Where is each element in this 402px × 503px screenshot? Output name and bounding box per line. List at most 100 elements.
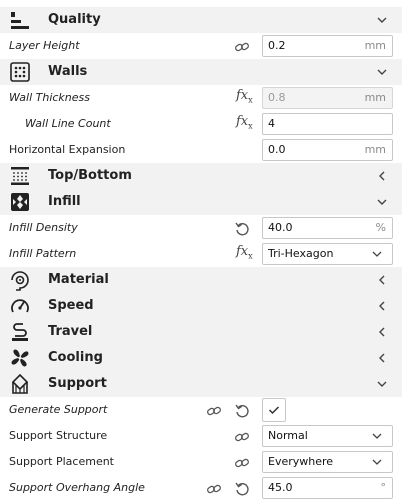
- wall-thickness-input[interactable]: 0.8 mm: [262, 87, 393, 109]
- field-value: 0.0: [268, 143, 286, 156]
- reset-icon[interactable]: [234, 403, 250, 419]
- category-title: Travel: [48, 324, 93, 339]
- top-bottom-icon: [11, 167, 29, 185]
- category-title: Speed: [48, 298, 94, 313]
- setting-label: Wall Line Count: [25, 117, 111, 130]
- link-icon[interactable]: [206, 403, 222, 419]
- setting-wall-thickness: Wall Thickness fxx 0.8 mm: [0, 85, 402, 111]
- travel-icon: [12, 323, 28, 341]
- quality-icon: [11, 12, 29, 29]
- setting-support-overhang-angle: Support Overhang Angle 45.0 °: [0, 475, 402, 501]
- setting-label: Infill Density: [9, 221, 78, 234]
- link-icon[interactable]: [234, 429, 250, 445]
- field-value: Everywhere: [268, 455, 334, 468]
- chevron-down-icon[interactable]: [376, 196, 388, 208]
- field-unit: %: [375, 221, 386, 234]
- category-material[interactable]: Material: [0, 267, 402, 293]
- wall-line-count-input[interactable]: 4: [262, 113, 393, 135]
- material-icon: [11, 271, 29, 291]
- link-icon[interactable]: [234, 455, 250, 471]
- field-value: Normal: [268, 429, 308, 442]
- setting-label: Infill Pattern: [9, 247, 77, 260]
- setting-label: Support Structure: [9, 429, 108, 442]
- chevron-left-icon[interactable]: [376, 326, 388, 338]
- setting-label: Horizontal Expansion: [9, 143, 126, 156]
- category-title: Infill: [48, 194, 81, 209]
- category-infill[interactable]: Infill: [0, 189, 402, 215]
- category-title: Walls: [48, 64, 88, 79]
- chevron-left-icon[interactable]: [376, 170, 388, 182]
- speed-icon: [11, 299, 29, 313]
- link-icon[interactable]: [234, 39, 250, 55]
- fx-glyph: fx: [236, 244, 249, 259]
- check-icon: [268, 406, 280, 415]
- function-icon[interactable]: fxx: [236, 88, 253, 105]
- field-value: 45.0: [268, 481, 293, 494]
- category-quality[interactable]: Quality: [0, 7, 402, 33]
- category-speed[interactable]: Speed: [0, 293, 402, 319]
- category-title: Cooling: [48, 350, 103, 365]
- setting-label: Support Overhang Angle: [9, 481, 145, 494]
- chevron-left-icon[interactable]: [376, 300, 388, 312]
- field-value: 4: [268, 117, 275, 130]
- setting-wall-line-count: Wall Line Count fxx 4: [0, 111, 402, 137]
- field-unit: mm: [364, 143, 386, 156]
- chevron-left-icon[interactable]: [376, 352, 388, 364]
- fx-sub: x: [248, 121, 253, 131]
- setting-layer-height: Layer Height 0.2 mm: [0, 33, 402, 59]
- field-unit: mm: [364, 39, 386, 52]
- category-title: Material: [48, 272, 109, 287]
- setting-label: Generate Support: [9, 403, 108, 416]
- layer-height-input[interactable]: 0.2 mm: [262, 35, 393, 57]
- support-icon: [11, 373, 29, 394]
- infill-icon: [11, 193, 29, 211]
- category-travel[interactable]: Travel: [0, 319, 402, 345]
- category-walls[interactable]: Walls: [0, 59, 402, 85]
- function-icon[interactable]: fxx: [236, 244, 253, 261]
- link-icon[interactable]: [206, 481, 222, 497]
- field-value: 0.2: [268, 39, 286, 52]
- field-value: 0.8: [268, 91, 286, 104]
- field-unit: mm: [364, 91, 386, 104]
- fx-glyph: fx: [236, 114, 249, 129]
- infill-pattern-select[interactable]: Tri-Hexagon: [262, 243, 393, 265]
- fx-glyph: fx: [236, 88, 249, 103]
- support-structure-select[interactable]: Normal: [262, 425, 393, 447]
- setting-label: Support Placement: [9, 455, 114, 468]
- setting-label: Wall Thickness: [9, 91, 90, 104]
- category-title: Quality: [48, 12, 101, 27]
- support-placement-select[interactable]: Everywhere: [262, 451, 393, 473]
- generate-support-checkbox[interactable]: [262, 398, 286, 422]
- chevron-down-icon[interactable]: [376, 378, 388, 390]
- function-icon[interactable]: fxx: [236, 114, 253, 131]
- chevron-down-icon[interactable]: [376, 14, 388, 26]
- setting-infill-density: Infill Density 40.0 %: [0, 215, 402, 241]
- setting-generate-support: Generate Support: [0, 397, 402, 423]
- support-overhang-angle-input[interactable]: 45.0 °: [262, 477, 393, 499]
- reset-icon[interactable]: [234, 481, 250, 497]
- field-value: 40.0: [268, 221, 293, 234]
- fx-sub: x: [248, 251, 253, 261]
- category-cooling[interactable]: Cooling: [0, 345, 402, 371]
- setting-infill-pattern: Infill Pattern fxx Tri-Hexagon: [0, 241, 402, 267]
- field-unit: °: [380, 481, 387, 494]
- reset-icon[interactable]: [234, 221, 250, 237]
- chevron-left-icon[interactable]: [376, 274, 388, 286]
- chevron-down-icon: [372, 459, 382, 465]
- chevron-down-icon: [372, 251, 382, 257]
- field-value: Tri-Hexagon: [268, 247, 334, 260]
- fan-icon: [11, 349, 29, 367]
- walls-icon: [10, 62, 30, 82]
- category-topbottom[interactable]: Top/Bottom: [0, 163, 402, 189]
- setting-horizontal-expansion: Horizontal Expansion 0.0 mm: [0, 137, 402, 163]
- chevron-down-icon[interactable]: [376, 66, 388, 78]
- chevron-down-icon: [372, 433, 382, 439]
- setting-support-placement: Support Placement Everywhere: [0, 449, 402, 475]
- category-title: Top/Bottom: [48, 168, 132, 183]
- horizontal-expansion-input[interactable]: 0.0 mm: [262, 139, 393, 161]
- category-title: Support: [48, 376, 107, 391]
- infill-density-input[interactable]: 40.0 %: [262, 217, 393, 239]
- setting-support-structure: Support Structure Normal: [0, 423, 402, 449]
- category-support[interactable]: Support: [0, 371, 402, 397]
- setting-label: Layer Height: [9, 39, 80, 52]
